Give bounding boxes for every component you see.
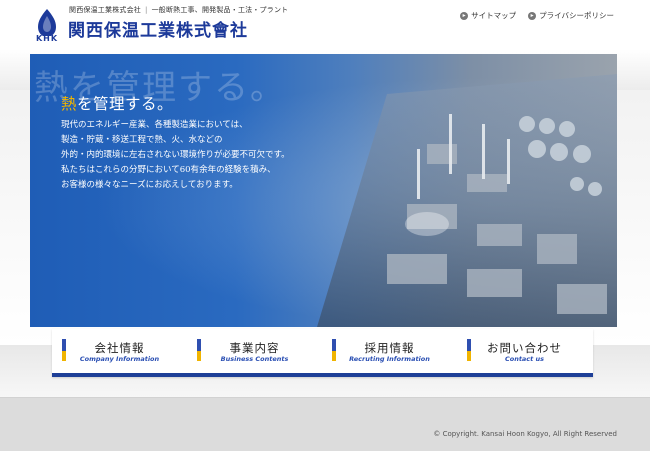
company-logo-icon[interactable]: KHK [30,8,64,44]
footer: © Copyright. Kansai Hoon Kogyo, All Righ… [0,397,650,451]
menu-item-sublabel: Business Contents [220,355,289,363]
hero-line: 製造・貯蔵・移送工程で熱、火、水などの [61,135,223,145]
hero-heading-rest: を管理する。 [77,95,174,113]
hero-heading-accent: 熱 [61,95,78,113]
hero-line: 私たちはこれらの分野において60有余年の経験を積み、 [61,165,276,175]
industrial-plant-image [317,74,617,327]
sitemap-link-label: サイトマップ [471,11,517,20]
tagline-separator: | [145,6,148,14]
hero-line: 現代のエネルギー産業、各種製造業においては、 [61,120,248,130]
main-menu: 会社情報 Company Information 事業内容 Business C… [52,329,593,377]
hero-banner: 熱を管理する。 熱を管理する。 現代のエネルギー産業、各種製造業においては、 製… [30,54,617,327]
hero-heading: 熱を管理する。 [61,92,173,114]
header-nav: ▸ サイトマップ ▸ プライバシーポリシー [460,10,614,21]
menu-item-sublabel: Company Information [79,355,160,363]
menu-item-contact-us[interactable]: お問い合わせ Contact us [457,329,592,373]
company-name[interactable]: 関西保温工業株式會社 [68,16,248,41]
tagline-company: 関西保温工業株式会社 [69,6,141,14]
logo-letters: KHK [35,34,59,43]
hero-line: 外的・内的環境に左右されない環境作りが必要不可欠です。 [61,150,290,160]
copyright-text: © Copyright. Kansai Hoon Kogyo, All Righ… [433,430,617,438]
menu-item-business-contents[interactable]: 事業内容 Business Contents [187,329,322,373]
menu-item-label: 事業内容 [229,341,280,355]
arrow-right-icon: ▸ [528,11,537,20]
privacy-policy-link[interactable]: ▸ プライバシーポリシー [528,10,614,21]
menu-item-company-information[interactable]: 会社情報 Company Information [52,329,187,373]
menu-item-label: 会社情報 [94,341,145,355]
hero-line: お客様の様々なニーズにお応えしております。 [61,180,238,190]
header-tagline: 関西保温工業株式会社 | 一般断熱工事、開発製品・工法・プラント [69,5,288,15]
menu-item-label: 採用情報 [364,341,415,355]
menu-item-recruiting-information[interactable]: 採用情報 Recruting Information [322,329,457,373]
menu-item-label: お問い合わせ [487,341,562,355]
privacy-policy-link-label: プライバシーポリシー [539,11,614,20]
sitemap-link[interactable]: ▸ サイトマップ [460,10,516,21]
hero-description: 現代のエネルギー産業、各種製造業においては、 製造・貯蔵・移送工程で熱、火、水な… [61,118,290,193]
tagline-business: 一般断熱工事、開発製品・工法・プラント [151,6,289,14]
menu-item-sublabel: Contact us [504,355,545,363]
menu-item-sublabel: Recruting Information [349,355,430,363]
arrow-right-icon: ▸ [460,11,469,20]
